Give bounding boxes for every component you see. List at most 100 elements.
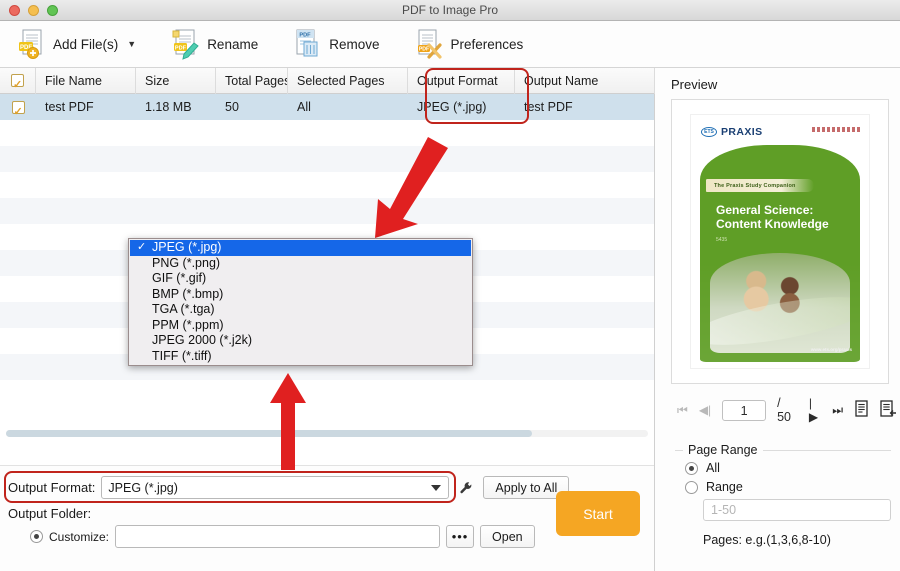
wrench-icon[interactable] bbox=[455, 476, 477, 499]
main-toolbar: PDF Add File(s) ▼ PDF Rename PDF Remove … bbox=[0, 21, 900, 68]
window-title-bar: PDF to Image Pro bbox=[0, 0, 900, 21]
horizontal-scrollbar[interactable] bbox=[6, 430, 648, 437]
cover-title: General Science: Content Knowledge bbox=[716, 203, 829, 231]
tagline-text bbox=[812, 127, 860, 132]
dropdown-option[interactable]: JPEG (*.jpg) bbox=[130, 240, 471, 256]
select-all-checkbox[interactable] bbox=[0, 67, 36, 94]
praxis-wordmark: PRAXIS bbox=[721, 126, 763, 138]
cell-output-format[interactable]: JPEG (*.jpg) bbox=[408, 94, 515, 120]
chevron-down-icon[interactable] bbox=[431, 484, 442, 491]
checkbox-icon bbox=[11, 72, 24, 94]
cell-file-name: test PDF bbox=[45, 100, 94, 114]
page-range-all-row[interactable]: All bbox=[685, 461, 891, 475]
dropdown-option[interactable]: PPM (*.ppm) bbox=[130, 318, 471, 334]
column-header-output-format[interactable]: Output Format bbox=[408, 67, 515, 94]
preview-navigation: ⏮ ◀| 1 / 50 |▶ ⏭ bbox=[677, 396, 897, 424]
add-files-label: Add File(s) bbox=[53, 36, 119, 52]
page-range-all-label: All bbox=[706, 461, 720, 475]
first-page-button[interactable]: ⏮ bbox=[677, 403, 688, 418]
svg-text:PDF: PDF bbox=[418, 47, 428, 53]
preferences-label: Preferences bbox=[450, 36, 524, 52]
empty-row bbox=[0, 146, 654, 172]
empty-row bbox=[0, 380, 654, 406]
cell-total-pages: 50 bbox=[225, 100, 239, 114]
output-format-dropdown-list[interactable]: JPEG (*.jpg) PNG (*.png) GIF (*.gif) BMP… bbox=[128, 238, 473, 366]
browse-folder-button[interactable]: ••• bbox=[446, 525, 475, 548]
chevron-down-icon[interactable]: ▼ bbox=[127, 39, 136, 49]
preferences-button[interactable]: PDF Preferences bbox=[412, 26, 536, 62]
column-header-total-pages[interactable]: Total Pages bbox=[216, 67, 288, 94]
document-export-icon[interactable] bbox=[880, 399, 897, 421]
preview-viewport[interactable]: ETS PRAXIS The Praxis Study Companion Ge… bbox=[671, 99, 889, 384]
customize-radio[interactable] bbox=[30, 530, 43, 543]
svg-text:PDF: PDF bbox=[175, 46, 187, 52]
cell-size: 1.18 MB bbox=[145, 100, 192, 114]
cover-swoosh bbox=[709, 287, 851, 353]
study-companion-ribbon: The Praxis Study Companion bbox=[706, 179, 814, 192]
page-number-input[interactable]: 1 bbox=[722, 399, 767, 421]
cell-output-name[interactable]: test PDF bbox=[515, 94, 655, 120]
dropdown-option[interactable]: GIF (*.gif) bbox=[130, 271, 471, 287]
column-header-file-name[interactable]: File Name bbox=[36, 67, 136, 94]
column-header-size[interactable]: Size bbox=[136, 67, 216, 94]
checkbox-icon bbox=[11, 99, 25, 120]
output-path-input[interactable] bbox=[115, 525, 441, 548]
scrollbar-thumb[interactable] bbox=[6, 430, 533, 437]
customize-label: Customize: bbox=[49, 529, 110, 544]
customize-folder-row: Customize: ••• Open bbox=[8, 525, 646, 548]
empty-row bbox=[0, 198, 654, 224]
rename-button[interactable]: PDF Rename bbox=[168, 26, 270, 62]
page-range-legend: Page Range bbox=[683, 443, 763, 457]
output-format-row: Output Format: JPEG (*.jpg) Apply to All bbox=[8, 476, 646, 499]
output-folder-label: Output Folder: bbox=[8, 506, 92, 521]
table-header-row: File Name Size Total Pages Selected Page… bbox=[0, 67, 655, 94]
preview-title: Preview bbox=[671, 77, 718, 92]
column-header-selected-pages[interactable]: Selected Pages bbox=[288, 67, 408, 94]
preview-page-thumbnail: ETS PRAXIS The Praxis Study Companion Ge… bbox=[690, 114, 870, 369]
svg-text:PDF: PDF bbox=[300, 33, 312, 39]
empty-row bbox=[0, 172, 654, 198]
page-range-range-label: Range bbox=[706, 480, 743, 494]
output-format-select[interactable]: JPEG (*.jpg) bbox=[101, 476, 450, 499]
output-format-value: JPEG (*.jpg) bbox=[108, 480, 178, 495]
next-page-button[interactable]: |▶ bbox=[809, 396, 821, 424]
dropdown-option[interactable]: TGA (*.tga) bbox=[130, 302, 471, 318]
pdf-preferences-icon: PDF bbox=[414, 28, 444, 60]
rename-label: Rename bbox=[207, 36, 259, 52]
page-range-all-radio[interactable] bbox=[685, 461, 698, 475]
remove-button[interactable]: PDF Remove bbox=[290, 26, 391, 62]
cover-title-line1: General Science: bbox=[716, 203, 814, 217]
pdf-rename-icon: PDF bbox=[170, 28, 200, 60]
cover-subcode: 5435 bbox=[716, 237, 728, 243]
output-format-label: Output Format: bbox=[8, 480, 96, 495]
dropdown-option[interactable]: TIFF (*.tiff) bbox=[130, 349, 471, 365]
open-folder-button[interactable]: Open bbox=[480, 525, 535, 548]
page-total-label: / 50 bbox=[777, 396, 791, 424]
cover-artwork: The Praxis Study Companion General Scien… bbox=[700, 145, 860, 362]
dropdown-option[interactable]: BMP (*.bmp) bbox=[130, 287, 471, 303]
page-range-group: Page Range All Range 1-50 Pages: e.g.(1,… bbox=[675, 443, 891, 547]
remove-label: Remove bbox=[329, 36, 380, 52]
last-page-button[interactable]: ⏭ bbox=[832, 403, 843, 418]
praxis-logo: ETS PRAXIS bbox=[701, 126, 763, 138]
dropdown-option[interactable]: JPEG 2000 (*.j2k) bbox=[130, 333, 471, 349]
page-range-hint: Pages: e.g.(1,3,6,8-10) bbox=[703, 533, 831, 547]
cover-url: www.ets.org/praxis bbox=[810, 347, 852, 352]
column-header-output-name[interactable]: Output Name bbox=[515, 67, 655, 94]
cell-selected-pages[interactable]: All bbox=[288, 94, 408, 120]
dropdown-option[interactable]: PNG (*.png) bbox=[130, 256, 471, 272]
table-row[interactable]: test PDF 1.18 MB 50 All JPEG (*.jpg) tes… bbox=[0, 94, 654, 120]
page-range-range-radio[interactable] bbox=[685, 480, 698, 494]
empty-row bbox=[0, 120, 654, 146]
document-icon[interactable] bbox=[854, 399, 869, 421]
start-button[interactable]: Start bbox=[556, 491, 640, 536]
page-range-custom-row[interactable]: Range bbox=[685, 480, 891, 494]
previous-page-button[interactable]: ◀| bbox=[699, 403, 711, 417]
window-title: PDF to Image Pro bbox=[401, 3, 499, 17]
cover-photo bbox=[709, 253, 851, 353]
pdf-remove-icon: PDF bbox=[292, 28, 322, 60]
row-checkbox[interactable] bbox=[0, 94, 36, 120]
add-files-button[interactable]: PDF Add File(s) ▼ bbox=[14, 26, 148, 62]
page-range-input[interactable]: 1-50 bbox=[703, 499, 891, 521]
preview-panel: Preview ETS PRAXIS The Praxis Study Comp… bbox=[655, 68, 900, 571]
